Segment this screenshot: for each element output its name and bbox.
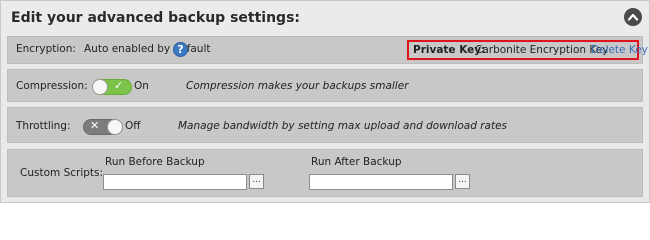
toggle-knob xyxy=(92,79,108,95)
compression-description: Compression makes your backups smaller xyxy=(186,80,409,92)
run-after-browse-button[interactable]: ... xyxy=(455,174,470,189)
toggle-knob xyxy=(107,119,123,135)
compression-row: Compression: ✓ On Compression makes your… xyxy=(7,69,643,102)
run-after-label: Run After Backup xyxy=(311,156,402,168)
compression-label: Compression: xyxy=(16,80,88,92)
run-before-browse-button[interactable]: ... xyxy=(249,174,264,189)
panel-title: Edit your advanced backup settings: xyxy=(11,10,301,26)
advanced-settings-panel: Edit your advanced backup settings: Encr… xyxy=(0,0,650,203)
encryption-value: Auto enabled by default xyxy=(84,43,211,55)
encryption-label: Encryption: xyxy=(16,43,76,55)
custom-scripts-row: Custom Scripts: Run Before Backup ... Ru… xyxy=(7,149,643,197)
x-icon: ✕ xyxy=(90,119,100,132)
chevron-up-icon xyxy=(628,13,638,21)
encryption-row: Encryption: Auto enabled by default ? Pr… xyxy=(7,36,648,64)
check-icon: ✓ xyxy=(114,79,124,92)
throttling-label: Throttling: xyxy=(16,120,71,132)
compression-toggle[interactable]: ✓ xyxy=(92,79,132,95)
private-key-value: Carbonite Encryption Key xyxy=(475,44,609,56)
help-icon[interactable]: ? xyxy=(173,42,188,57)
throttling-description: Manage bandwidth by setting max upload a… xyxy=(178,120,508,132)
custom-scripts-label: Custom Scripts: xyxy=(20,167,104,179)
throttling-state: Off xyxy=(125,120,141,132)
run-before-input[interactable] xyxy=(103,174,247,190)
compression-state: On xyxy=(134,80,149,92)
help-glyph: ? xyxy=(177,43,184,56)
run-after-input[interactable] xyxy=(309,174,453,190)
collapse-button[interactable] xyxy=(624,8,642,26)
delete-key-link[interactable]: Delete Key xyxy=(591,44,648,56)
panel-header: Edit your advanced backup settings: xyxy=(1,1,649,36)
throttling-toggle[interactable]: ✕ xyxy=(83,119,123,135)
private-key-highlight: Private Key: Carbonite Encryption Key De… xyxy=(407,40,648,60)
run-before-label: Run Before Backup xyxy=(105,156,205,168)
throttling-row: Throttling: ✕ Off Manage bandwidth by se… xyxy=(7,107,643,143)
